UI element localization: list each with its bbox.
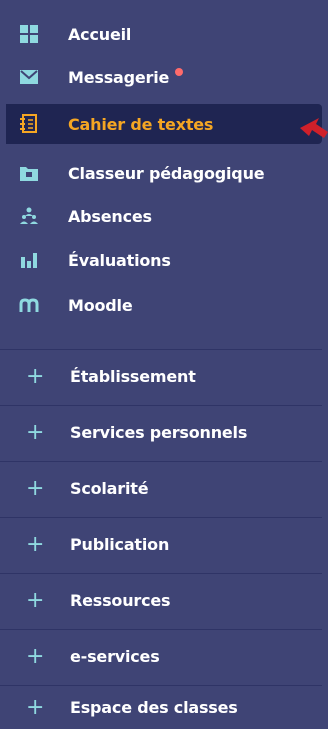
nav-item-evaluations[interactable]: Évaluations [0,240,322,280]
section-label: Ressources [70,591,171,610]
plus-icon: + [26,363,45,389]
section-etablissement[interactable]: + Établissement [0,349,322,403]
nav-item-accueil[interactable]: Accueil [0,14,322,54]
moodle-icon [18,294,40,316]
sidebar-panel: Accueil Messagerie Cahier de textes Clas… [0,0,328,729]
nav-item-label: Accueil [68,24,132,44]
nav-item-label: Moodle [68,295,133,315]
section-e-services[interactable]: + e-services [0,629,322,683]
envelope-icon [18,66,40,88]
nav-item-label: Cahier de textes [68,114,214,134]
nav-item-moodle[interactable]: Moodle [0,285,322,325]
plus-icon: + [26,587,45,613]
plus-icon: + [26,531,45,557]
nav-item-classeur-pedagogique[interactable]: Classeur pédagogique [0,153,322,193]
nav-item-absences[interactable]: Absences [0,196,322,236]
grid-icon [18,23,40,45]
plus-icon: + [26,419,45,445]
section-label: Espace des classes [70,698,238,717]
annotation-arrow-icon [300,118,328,138]
nav-item-label: Absences [68,206,152,226]
section-services-personnels[interactable]: + Services personnels [0,405,322,459]
section-publication[interactable]: + Publication [0,517,322,571]
nav-item-label: Évaluations [68,250,171,270]
section-label: Services personnels [70,423,248,442]
folder-icon [18,162,40,184]
nav-item-label: Messagerie [68,67,170,87]
nav-item-messagerie[interactable]: Messagerie [0,57,322,97]
sidebar: Accueil Messagerie Cahier de textes Clas… [0,0,328,729]
section-ressources[interactable]: + Ressources [0,573,322,627]
plus-icon: + [26,643,45,669]
bar-chart-icon [18,249,40,271]
plus-icon: + [26,475,45,501]
section-scolarite[interactable]: + Scolarité [0,461,322,515]
nav-item-label: Classeur pédagogique [68,163,265,183]
section-label: Scolarité [70,479,149,498]
section-label: e-services [70,647,160,666]
nav-item-cahier-de-textes[interactable]: Cahier de textes [6,104,322,144]
section-label: Publication [70,535,170,554]
people-icon [18,205,40,227]
notification-dot [175,68,184,76]
section-espace-des-classes[interactable]: + Espace des classes [0,685,322,729]
plus-icon: + [26,694,45,720]
notebook-icon [18,113,40,135]
section-label: Établissement [70,367,196,386]
